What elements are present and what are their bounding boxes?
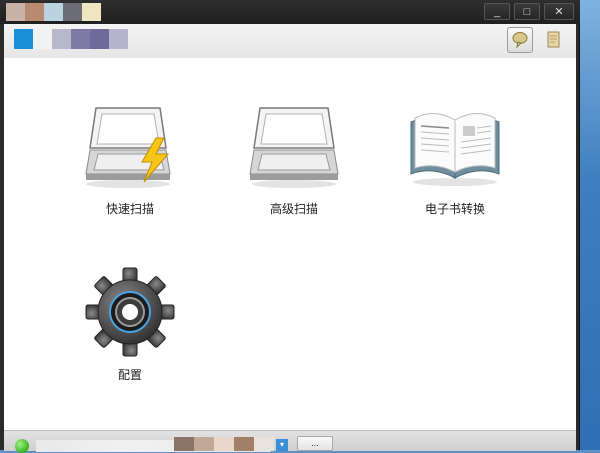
blurred-status-swatches bbox=[174, 437, 274, 451]
more-button[interactable]: ... bbox=[297, 436, 333, 451]
status-swatch bbox=[214, 437, 234, 451]
gear-icon bbox=[85, 267, 175, 357]
quick-scan-icon bbox=[85, 107, 171, 188]
title-swatch bbox=[25, 3, 44, 21]
title-swatch bbox=[63, 3, 82, 21]
minimize-button[interactable]: _ bbox=[484, 3, 510, 20]
advanced-scan-label: 高级扫描 bbox=[269, 202, 318, 216]
blurred-brand-logo bbox=[14, 29, 128, 49]
config-label: 配置 bbox=[117, 368, 142, 382]
logo-swatch bbox=[33, 29, 52, 49]
maximize-button[interactable]: □ bbox=[514, 3, 540, 20]
config-tile[interactable]: 配置 bbox=[60, 266, 200, 383]
advanced-scan-tile[interactable]: 高级扫描 bbox=[224, 102, 364, 217]
logo-swatch bbox=[90, 29, 109, 49]
close-button[interactable]: ✕ bbox=[544, 3, 574, 20]
dropdown-toggle-icon[interactable]: ▾ bbox=[276, 439, 288, 451]
speech-bubble-icon bbox=[512, 32, 528, 49]
notepad-icon bbox=[547, 31, 560, 48]
title-swatch bbox=[6, 3, 25, 21]
status-bar: ▾ ... bbox=[4, 430, 576, 453]
logo-swatch bbox=[71, 29, 90, 49]
desktop-background bbox=[578, 0, 600, 450]
help-button[interactable] bbox=[507, 27, 533, 53]
ebook-icon bbox=[410, 113, 500, 186]
window-controls: _ □ ✕ bbox=[484, 3, 574, 20]
status-swatch bbox=[194, 437, 214, 451]
quick-scan-tile[interactable]: 快速扫描 bbox=[60, 102, 200, 217]
main-panel: 快速扫描 高级扫描 电子书转换 配置 bbox=[4, 58, 576, 430]
status-swatch bbox=[234, 437, 254, 451]
connection-status-icon bbox=[15, 439, 29, 453]
status-swatch bbox=[254, 437, 274, 451]
title-swatch bbox=[44, 3, 63, 21]
quick-scan-label: 快速扫描 bbox=[105, 202, 154, 216]
toolbar bbox=[4, 24, 576, 59]
title-swatch bbox=[82, 3, 101, 21]
notes-button[interactable] bbox=[541, 27, 567, 53]
blurred-app-title bbox=[6, 3, 101, 21]
ebook-convert-tile[interactable]: 电子书转换 bbox=[385, 102, 525, 217]
ebook-convert-label: 电子书转换 bbox=[424, 202, 485, 216]
logo-swatch bbox=[109, 29, 128, 49]
status-swatch bbox=[174, 437, 194, 451]
app-window: _ □ ✕ 快速扫描 高级扫描 电子书转换 配置 ▾ ... bbox=[0, 0, 580, 453]
logo-swatch bbox=[52, 29, 71, 49]
title-bar[interactable]: _ □ ✕ bbox=[0, 0, 580, 24]
logo-swatch bbox=[14, 29, 33, 49]
advanced-scan-icon bbox=[249, 107, 339, 188]
